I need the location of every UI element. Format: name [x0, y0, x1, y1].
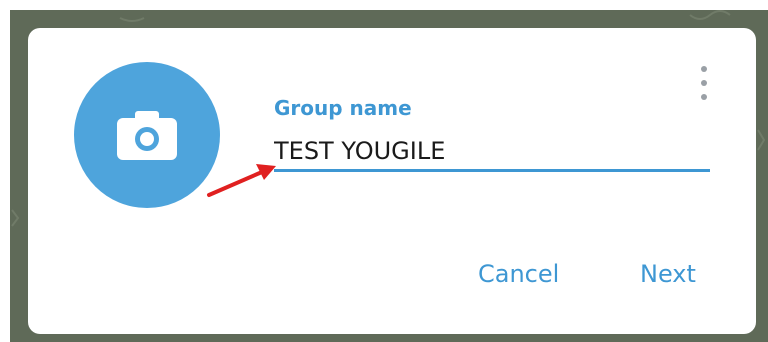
menu-dot [701, 66, 707, 72]
menu-dot [701, 94, 707, 100]
camera-icon [117, 111, 177, 160]
next-button[interactable]: Next [640, 260, 696, 288]
group-photo-button[interactable] [74, 62, 220, 208]
more-vertical-icon[interactable] [696, 64, 712, 102]
group-name-input[interactable] [274, 132, 710, 172]
create-group-dialog: Group name Cancel Next [28, 28, 756, 334]
group-name-label: Group name [274, 96, 412, 120]
cancel-button[interactable]: Cancel [478, 260, 559, 288]
menu-dot [701, 80, 707, 86]
left-edge [0, 0, 10, 342]
